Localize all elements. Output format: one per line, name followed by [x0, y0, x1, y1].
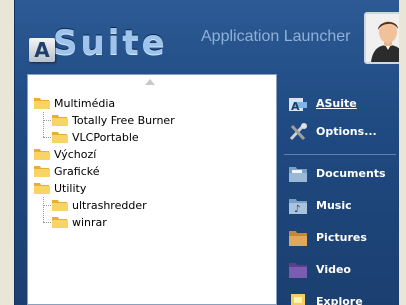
sidebar-item-label: Documents	[316, 167, 386, 180]
tree-guide	[43, 222, 51, 223]
tree-guide	[43, 120, 51, 121]
header: A Suite Application Launcher	[15, 0, 399, 70]
tree-item-label: ultrashredder	[72, 199, 147, 212]
sidebar-item-asuite[interactable]: A ASuite	[280, 90, 399, 118]
app-tree-panel[interactable]: Multimédia Totally Free Burner VLCPortab…	[27, 74, 277, 305]
tree-guide	[43, 205, 51, 206]
sidebar-item-explore[interactable]: Explore	[280, 288, 399, 305]
asuite-icon: A	[289, 98, 307, 113]
folder-icon	[52, 115, 68, 126]
folder-icon	[34, 183, 50, 194]
asuite-window: A Suite Application Launcher Multimédia …	[14, 0, 399, 305]
sidebar-divider	[284, 154, 396, 155]
tree-item-label: Totally Free Burner	[72, 114, 175, 127]
folder-icon	[52, 132, 68, 143]
tree-item-label: winrar	[72, 216, 107, 229]
app-logo: A Suite	[29, 23, 209, 63]
tree-guide	[43, 137, 51, 138]
tree-item-label: Utility	[54, 182, 87, 195]
explore-icon	[291, 294, 305, 305]
sidebar: A ASuite Options... Documents ♪ Music Pi…	[280, 74, 399, 305]
sidebar-item-label: ASuite	[316, 97, 357, 110]
sidebar-item-options[interactable]: Options...	[280, 118, 399, 146]
person-icon	[366, 14, 399, 62]
app-subtitle: Application Launcher	[201, 28, 351, 45]
scroll-up-arrow-icon[interactable]	[145, 79, 155, 85]
logo-word: Suite	[53, 23, 168, 63]
folder-icon	[34, 166, 50, 177]
sidebar-item-label: Options...	[316, 125, 377, 138]
documents-folder-icon	[289, 167, 307, 182]
sidebar-item-documents[interactable]: Documents	[280, 160, 399, 188]
svg-text:♪: ♪	[294, 204, 300, 215]
folder-icon	[34, 149, 50, 160]
tree-item-label: VLCPortable	[72, 131, 139, 144]
video-folder-icon	[289, 263, 307, 278]
sidebar-item-label: Explore	[316, 295, 363, 305]
folder-icon	[34, 98, 50, 109]
sidebar-item-music[interactable]: ♪ Music	[280, 192, 399, 220]
logo-letter: A	[29, 38, 55, 62]
tree-item-label: Grafické	[54, 165, 100, 178]
sidebar-item-video[interactable]: Video	[280, 256, 399, 284]
user-avatar[interactable]	[364, 12, 399, 64]
tree-guide	[43, 112, 44, 137]
sidebar-item-label: Music	[316, 199, 352, 212]
tree-item-label: Multimédia	[54, 97, 116, 110]
pictures-folder-icon	[289, 231, 307, 246]
sidebar-item-pictures[interactable]: Pictures	[280, 224, 399, 252]
tree-guide	[43, 197, 44, 222]
music-folder-icon: ♪	[289, 199, 307, 215]
sidebar-item-label: Pictures	[316, 231, 367, 244]
folder-icon	[52, 217, 68, 228]
folder-icon	[52, 200, 68, 211]
tools-icon	[289, 123, 307, 141]
svg-text:A: A	[291, 100, 300, 113]
tree-item-label: Výchozí	[54, 148, 97, 161]
sidebar-item-label: Video	[316, 263, 351, 276]
